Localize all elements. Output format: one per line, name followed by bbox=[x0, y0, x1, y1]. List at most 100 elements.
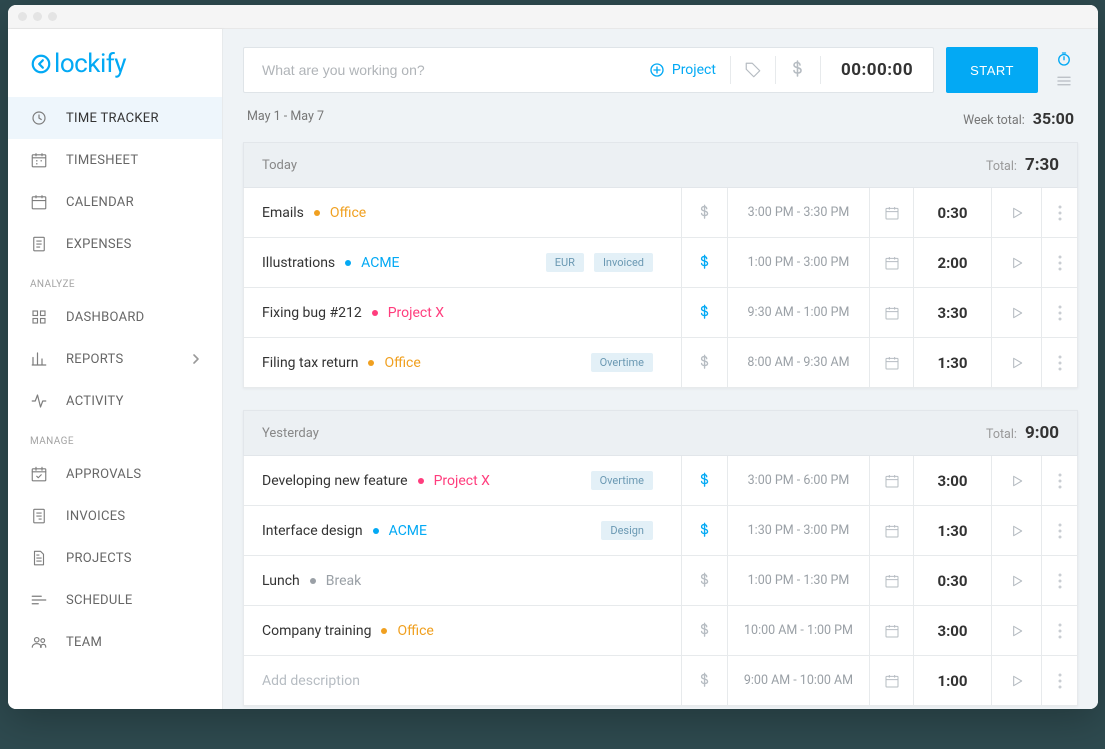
time-entry-row[interactable]: Developing new featureProject XOvertime 3… bbox=[243, 456, 1078, 506]
entry-description[interactable]: LunchBreak bbox=[244, 573, 681, 589]
billable-toggle[interactable] bbox=[681, 556, 727, 605]
entry-time-range[interactable]: 3:00 PM - 3:30 PM bbox=[727, 188, 869, 237]
date-picker-button[interactable] bbox=[869, 288, 913, 337]
sidebar-item-expenses[interactable]: EXPENSES bbox=[8, 223, 222, 265]
continue-button[interactable] bbox=[991, 188, 1041, 237]
date-picker-button[interactable] bbox=[869, 238, 913, 287]
continue-button[interactable] bbox=[991, 456, 1041, 505]
entry-description[interactable]: Developing new featureProject XOvertime bbox=[244, 471, 681, 490]
project-button[interactable]: Project bbox=[634, 61, 730, 79]
sidebar-item-activity[interactable]: ACTIVITY bbox=[8, 380, 222, 422]
billable-toggle[interactable] bbox=[681, 288, 727, 337]
task-description-input[interactable] bbox=[244, 62, 634, 78]
sidebar-item-projects[interactable]: PROJECTS bbox=[8, 537, 222, 579]
date-picker-button[interactable] bbox=[869, 188, 913, 237]
group-total-value: 9:00 bbox=[1025, 423, 1059, 443]
time-entry-row[interactable]: EmailsOffice 3:00 PM - 3:30 PM 0:30 bbox=[243, 188, 1078, 238]
entry-time-range[interactable]: 1:30 PM - 3:00 PM bbox=[727, 506, 869, 555]
entry-menu-button[interactable] bbox=[1041, 556, 1077, 605]
entry-time-range[interactable]: 9:00 AM - 10:00 AM bbox=[727, 656, 869, 705]
entry-menu-button[interactable] bbox=[1041, 188, 1077, 237]
time-entry-row[interactable]: Interface designACMEDesign 1:30 PM - 3:00… bbox=[243, 506, 1078, 556]
sidebar-item-invoices[interactable]: INVOICES bbox=[8, 495, 222, 537]
project-color-dot bbox=[368, 360, 374, 366]
nav-item-label: REPORTS bbox=[66, 352, 124, 367]
billable-toggle[interactable] bbox=[681, 456, 727, 505]
time-entry-row[interactable]: Filing tax returnOfficeOvertime 8:00 AM -… bbox=[243, 338, 1078, 388]
continue-button[interactable] bbox=[991, 556, 1041, 605]
entry-menu-button[interactable] bbox=[1041, 338, 1077, 387]
date-picker-button[interactable] bbox=[869, 606, 913, 655]
sidebar-item-dashboard[interactable]: DASHBOARD bbox=[8, 296, 222, 338]
billable-toggle[interactable] bbox=[681, 238, 727, 287]
entry-menu-button[interactable] bbox=[1041, 288, 1077, 337]
entry-description[interactable]: Interface designACMEDesign bbox=[244, 521, 681, 540]
continue-button[interactable] bbox=[991, 338, 1041, 387]
entry-menu-button[interactable] bbox=[1041, 238, 1077, 287]
entry-menu-button[interactable] bbox=[1041, 506, 1077, 555]
entry-menu-button[interactable] bbox=[1041, 656, 1077, 705]
date-picker-button[interactable] bbox=[869, 556, 913, 605]
entry-time-range[interactable]: 8:00 AM - 9:30 AM bbox=[727, 338, 869, 387]
billable-toggle[interactable] bbox=[681, 606, 727, 655]
time-entry-row[interactable]: Fixing bug #212Project X 9:30 AM - 1:00 P… bbox=[243, 288, 1078, 338]
entry-description[interactable]: IllustrationsACMEEURInvoiced bbox=[244, 253, 681, 272]
sidebar-item-approvals[interactable]: APPROVALS bbox=[8, 453, 222, 495]
billable-button[interactable] bbox=[776, 60, 820, 80]
billable-toggle[interactable] bbox=[681, 506, 727, 555]
entry-time-range[interactable]: 10:00 AM - 1:00 PM bbox=[727, 606, 869, 655]
time-entry-row[interactable]: LunchBreak 1:00 PM - 1:30 PM 0:30 bbox=[243, 556, 1078, 606]
entry-description[interactable]: Filing tax returnOfficeOvertime bbox=[244, 353, 681, 372]
date-picker-button[interactable] bbox=[869, 338, 913, 387]
entry-duration[interactable]: 3:00 bbox=[913, 606, 991, 655]
continue-button[interactable] bbox=[991, 288, 1041, 337]
entry-duration[interactable]: 2:00 bbox=[913, 238, 991, 287]
entry-duration[interactable]: 1:30 bbox=[913, 338, 991, 387]
entry-duration[interactable]: 3:00 bbox=[913, 456, 991, 505]
time-entry-row[interactable]: Company trainingOffice 10:00 AM - 1:00 PM… bbox=[243, 606, 1078, 656]
mode-toggle[interactable] bbox=[1050, 47, 1078, 93]
sidebar-item-schedule[interactable]: SCHEDULE bbox=[8, 579, 222, 621]
entry-menu-button[interactable] bbox=[1041, 456, 1077, 505]
billable-toggle[interactable] bbox=[681, 656, 727, 705]
entry-duration[interactable]: 3:30 bbox=[913, 288, 991, 337]
entry-description-text: Lunch bbox=[262, 573, 300, 589]
invoice-icon bbox=[30, 507, 48, 525]
continue-button[interactable] bbox=[991, 238, 1041, 287]
entry-time-range[interactable]: 9:30 AM - 1:00 PM bbox=[727, 288, 869, 337]
summary-bar: May 1 - May 7 Week total: 35:00 bbox=[223, 103, 1098, 142]
entry-description[interactable]: Add description bbox=[244, 673, 681, 689]
entry-duration[interactable]: 0:30 bbox=[913, 188, 991, 237]
date-picker-button[interactable] bbox=[869, 456, 913, 505]
entry-duration[interactable]: 1:00 bbox=[913, 656, 991, 705]
entry-time-range[interactable]: 1:00 PM - 3:00 PM bbox=[727, 238, 869, 287]
date-picker-button[interactable] bbox=[869, 656, 913, 705]
time-entry-row[interactable]: Add description 9:00 AM - 10:00 AM 1:00 bbox=[243, 656, 1078, 706]
billable-toggle[interactable] bbox=[681, 188, 727, 237]
entry-duration[interactable]: 1:30 bbox=[913, 506, 991, 555]
continue-button[interactable] bbox=[991, 506, 1041, 555]
billable-toggle[interactable] bbox=[681, 338, 727, 387]
date-picker-button[interactable] bbox=[869, 506, 913, 555]
time-entry-row[interactable]: IllustrationsACMEEURInvoiced 1:00 PM - 3:… bbox=[243, 238, 1078, 288]
sidebar-item-team[interactable]: TEAM bbox=[8, 621, 222, 663]
entry-time-range[interactable]: 1:00 PM - 1:30 PM bbox=[727, 556, 869, 605]
entries-scroll[interactable]: TodayTotal:7:30EmailsOffice3:00 PM - 3:3… bbox=[223, 142, 1098, 709]
continue-button[interactable] bbox=[991, 656, 1041, 705]
entry-description[interactable]: Fixing bug #212Project X bbox=[244, 305, 681, 321]
start-button[interactable]: START bbox=[946, 47, 1038, 93]
entry-description-text: Company training bbox=[262, 623, 371, 639]
entry-menu-button[interactable] bbox=[1041, 606, 1077, 655]
sidebar-item-time-tracker[interactable]: TIME TRACKER bbox=[8, 97, 222, 139]
sidebar-item-timesheet[interactable]: TIMESHEET bbox=[8, 139, 222, 181]
tag-icon bbox=[744, 61, 762, 79]
entry-time-range[interactable]: 3:00 PM - 6:00 PM bbox=[727, 456, 869, 505]
entry-duration[interactable]: 0:30 bbox=[913, 556, 991, 605]
continue-button[interactable] bbox=[991, 606, 1041, 655]
sidebar-item-reports[interactable]: REPORTS bbox=[8, 338, 222, 380]
sidebar-item-calendar[interactable]: CALENDAR bbox=[8, 181, 222, 223]
entry-description-text: Interface design bbox=[262, 523, 363, 539]
entry-description[interactable]: EmailsOffice bbox=[244, 205, 681, 221]
tag-button[interactable] bbox=[731, 61, 775, 79]
entry-description[interactable]: Company trainingOffice bbox=[244, 623, 681, 639]
